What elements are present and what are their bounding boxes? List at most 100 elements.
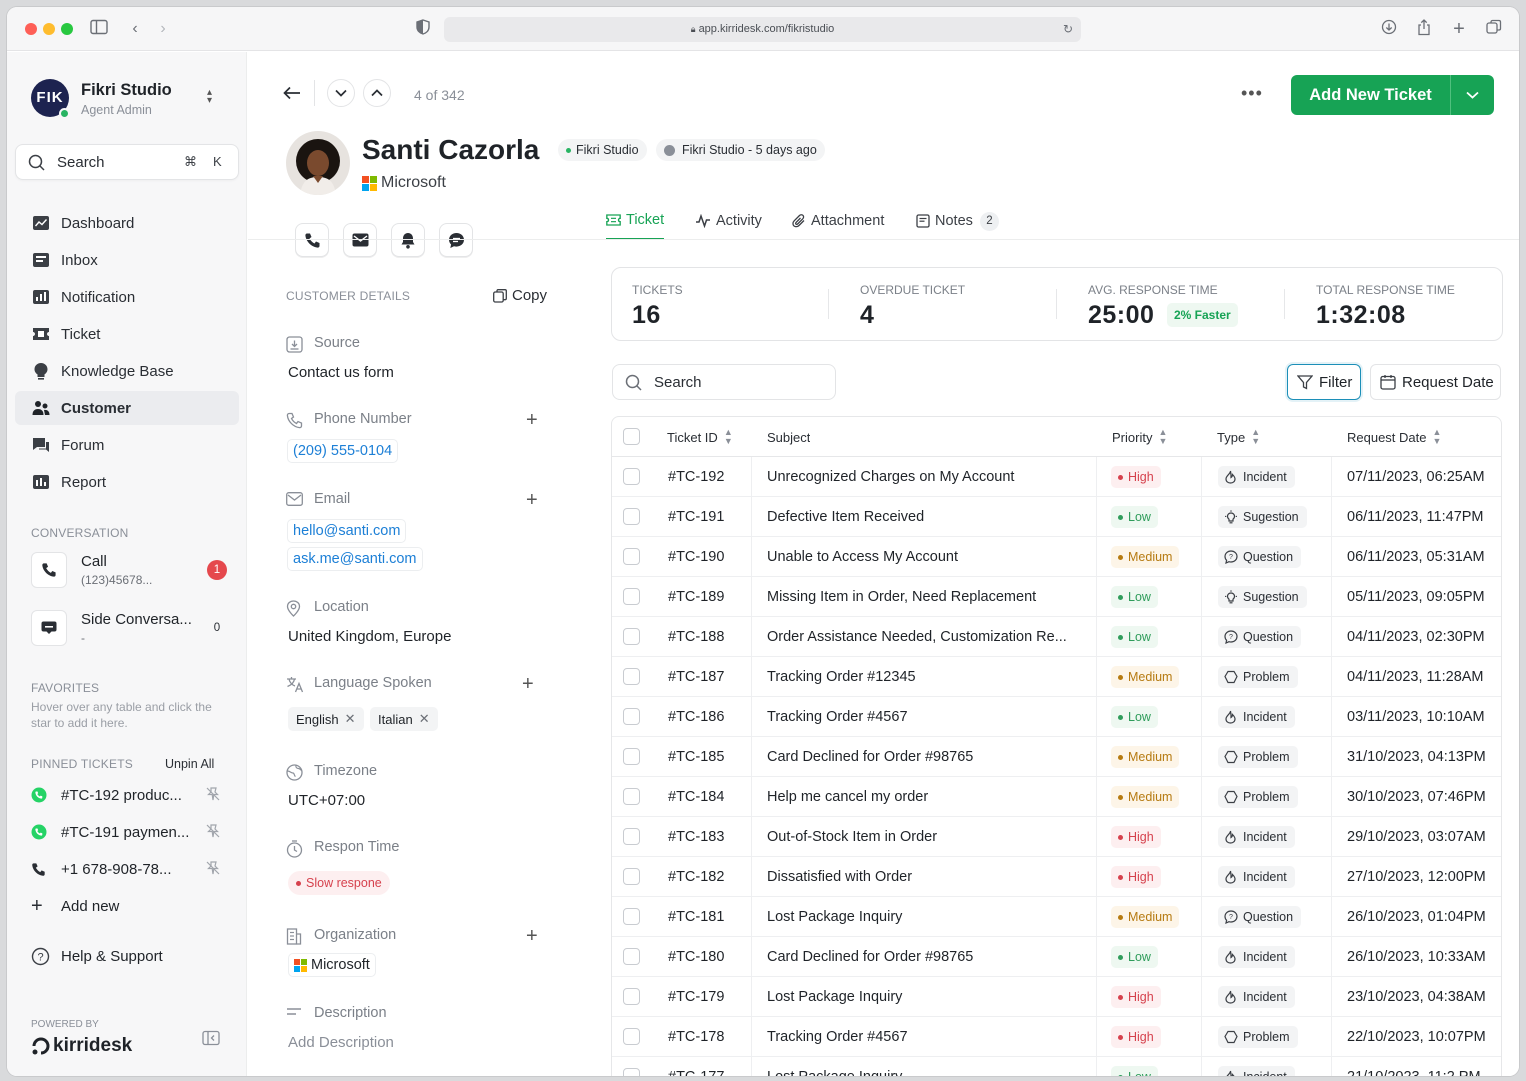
email-link[interactable]: hello@santi.com (287, 519, 407, 543)
collapse-sidebar-icon[interactable] (202, 1030, 220, 1049)
row-checkbox[interactable] (623, 828, 640, 845)
row-checkbox[interactable] (623, 988, 640, 1005)
row-checkbox[interactable] (623, 908, 640, 925)
row-checkbox[interactable] (623, 468, 640, 485)
unpin-all-link[interactable]: Unpin All (165, 757, 214, 771)
remove-language-icon[interactable]: ✕ (345, 711, 356, 727)
phone-link[interactable]: (209) 555-0104 (287, 439, 399, 463)
email-link[interactable]: ask.me@santi.com (287, 547, 423, 571)
tab-attachment[interactable]: Attachment (792, 202, 884, 240)
ticket-subject[interactable]: Tracking Order #4567 (767, 697, 1087, 737)
select-all-checkbox[interactable] (623, 428, 640, 445)
ticket-id[interactable]: #TC-179 (668, 977, 724, 1017)
next-record-button[interactable] (327, 79, 355, 107)
conversation-item[interactable]: Call (123)45678... 1 (31, 549, 231, 591)
unpin-icon[interactable] (205, 823, 221, 842)
table-row[interactable]: #TC-179 Lost Package Inquiry High Incident 2… (612, 977, 1501, 1017)
ticket-subject[interactable]: Missing Item in Order, Need Replacement (767, 577, 1087, 617)
sidebar-toggle-icon[interactable] (89, 19, 109, 39)
ticket-subject[interactable]: Tracking Order #4567 (767, 1017, 1087, 1057)
row-checkbox[interactable] (623, 948, 640, 965)
ticket-subject[interactable]: Card Declined for Order #98765 (767, 737, 1087, 777)
ticket-subject[interactable]: Unrecognized Charges on My Account (767, 457, 1087, 497)
ticket-id[interactable]: #TC-184 (668, 777, 724, 817)
request-date-button[interactable]: Request Date (1370, 364, 1501, 400)
ticket-subject[interactable]: Lost Package Inquiry (767, 977, 1087, 1017)
reload-icon[interactable]: ↻ (1063, 17, 1073, 42)
row-checkbox[interactable] (623, 628, 640, 645)
ticket-id[interactable]: #TC-183 (668, 817, 724, 857)
col-priority[interactable]: Priority ▲ ▼ (1112, 417, 1167, 457)
table-row[interactable]: #TC-191 Defective Item Received Low Sugesti… (612, 497, 1501, 537)
row-checkbox[interactable] (623, 1028, 640, 1045)
remove-language-icon[interactable]: ✕ (419, 711, 430, 727)
ticket-id[interactable]: #TC-181 (668, 897, 724, 937)
minimize-window-button[interactable] (43, 23, 55, 35)
organization-chip[interactable]: Microsoft (288, 953, 376, 977)
ticket-subject[interactable]: Lost Package Inquiry (767, 897, 1087, 937)
table-row[interactable]: #TC-182 Dissatisfied with Order High Incide… (612, 857, 1501, 897)
table-row[interactable]: #TC-189 Missing Item in Order, Need Repla… (612, 577, 1501, 617)
ticket-subject[interactable]: Out-of-Stock Item in Order (767, 817, 1087, 857)
add-org-button[interactable]: + (526, 926, 538, 946)
table-row[interactable]: #TC-192 Unrecognized Charges on My Accoun… (612, 457, 1501, 497)
download-icon[interactable] (1379, 19, 1399, 39)
row-checkbox[interactable] (623, 548, 640, 565)
tabs-overview-icon[interactable] (1484, 19, 1504, 39)
sidebar-item-notification[interactable]: Notification (15, 280, 239, 314)
ticket-subject[interactable]: Card Declined for Order #98765 (767, 937, 1087, 977)
ticket-id[interactable]: #TC-186 (668, 697, 724, 737)
table-row[interactable]: #TC-184 Help me cancel my order Medium Prob… (612, 777, 1501, 817)
pinned-ticket-item[interactable]: +1 678-908-78... (31, 857, 231, 881)
add-pinned-button[interactable]: + Add new (31, 895, 119, 918)
unpin-icon[interactable] (205, 860, 221, 879)
pinned-ticket-item[interactable]: #TC-191 paymen... (31, 820, 231, 844)
previous-record-button[interactable] (363, 79, 391, 107)
forward-icon[interactable]: › (153, 19, 173, 39)
add-phone-button[interactable]: + (526, 410, 538, 430)
row-checkbox[interactable] (623, 588, 640, 605)
table-row[interactable]: #TC-178 Tracking Order #4567 High Problem 22… (612, 1017, 1501, 1057)
table-row[interactable]: #TC-180 Card Declined for Order #98765 Low… (612, 937, 1501, 977)
copy-button[interactable]: Copy (493, 287, 547, 304)
unpin-icon[interactable] (205, 786, 221, 805)
ticket-id[interactable]: #TC-178 (668, 1017, 724, 1057)
add-ticket-button[interactable]: Add New Ticket (1291, 75, 1450, 115)
row-checkbox[interactable] (623, 1068, 640, 1076)
tab-notes[interactable]: Notes 2 (916, 202, 999, 240)
ticket-id[interactable]: #TC-191 (668, 497, 724, 537)
table-row[interactable]: #TC-187 Tracking Order #12345 Medium Proble… (612, 657, 1501, 697)
add-email-button[interactable]: + (526, 490, 538, 510)
table-row[interactable]: #TC-186 Tracking Order #4567 Low Incident 03… (612, 697, 1501, 737)
sidebar-item-knowledge-base[interactable]: Knowledge Base (15, 354, 239, 388)
url-bar[interactable]: 🔒︎ app.kirridesk.com/fikristudio ↻ (444, 17, 1081, 42)
maximize-window-button[interactable] (61, 23, 73, 35)
sidebar-item-dashboard[interactable]: Dashboard (15, 206, 239, 240)
ticket-id[interactable]: #TC-182 (668, 857, 724, 897)
ticket-subject[interactable]: Lost Package Inquiry (767, 1057, 1087, 1076)
more-options-icon[interactable]: ••• (1241, 83, 1263, 104)
row-checkbox[interactable] (623, 708, 640, 725)
add-ticket-dropdown[interactable] (1451, 75, 1494, 115)
ticket-subject[interactable]: Order Assistance Needed, Customization R… (767, 617, 1087, 657)
sidebar-search[interactable]: Search ⌘ K (15, 144, 239, 180)
workspace-switcher-icon[interactable]: ▴ ▾ (207, 88, 212, 106)
sidebar-item-forum[interactable]: Forum (15, 428, 239, 462)
sidebar-item-report[interactable]: Report (15, 465, 239, 499)
table-row[interactable]: #TC-185 Card Declined for Order #98765 Med… (612, 737, 1501, 777)
add-language-button[interactable]: + (522, 674, 534, 694)
table-row[interactable]: #TC-188 Order Assistance Needed, Customiz… (612, 617, 1501, 657)
col-type[interactable]: Type ▲ ▼ (1217, 417, 1260, 457)
tab-ticket[interactable]: Ticket (606, 202, 665, 240)
shield-icon[interactable] (413, 19, 433, 39)
help-support-link[interactable]: ? Help & Support (31, 947, 163, 966)
ticket-subject[interactable]: Dissatisfied with Order (767, 857, 1087, 897)
ticket-id[interactable]: #TC-190 (668, 537, 724, 577)
ticket-id[interactable]: #TC-188 (668, 617, 724, 657)
ticket-id[interactable]: #TC-177 (668, 1057, 724, 1076)
filter-button[interactable]: Filter (1287, 364, 1361, 400)
sidebar-item-ticket[interactable]: Ticket (15, 317, 239, 351)
ticket-id[interactable]: #TC-187 (668, 657, 724, 697)
ticket-id[interactable]: #TC-192 (668, 457, 724, 497)
new-tab-icon[interactable]: + (1449, 19, 1469, 39)
